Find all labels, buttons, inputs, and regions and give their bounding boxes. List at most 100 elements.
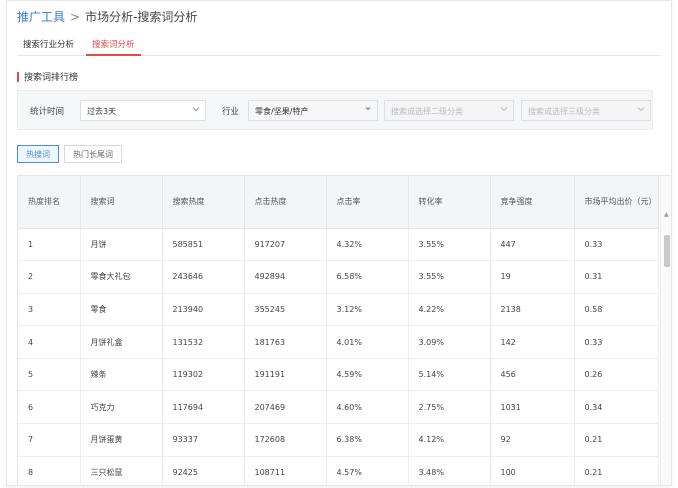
table-cell: 0.33 [574, 325, 659, 359]
hot-keywords-chip[interactable]: 热搜词 [17, 145, 59, 163]
industry-select-value: 零食/坚果/特产 [255, 107, 309, 116]
table-cell: 3.55% [408, 228, 491, 262]
table-cell: 585851 [162, 228, 245, 262]
industry-select[interactable]: 零食/坚果/特产 [248, 100, 378, 121]
table-header-row: 热度排名 搜索词 搜索热度 点击热度 点击率 转化率 竞争强度 市场平均出价（元… [18, 176, 659, 229]
table-cell: 6 [18, 390, 81, 425]
table-cell: 月饼 [80, 228, 163, 262]
table-row[interactable]: 1 月饼 585851 917207 4.32% 3.55% 447 0.33 [18, 228, 659, 262]
level3-category-select[interactable]: 搜索或选择三级分类 [521, 100, 651, 121]
table-cell: 5.14% [408, 358, 491, 392]
table-cell: 355245 [244, 293, 327, 327]
table-cell: 月饼礼盒 [80, 325, 163, 359]
industry-label: 行业 [222, 107, 240, 117]
table-cell: 辣条 [80, 358, 163, 392]
table-cell: 0.21 [574, 456, 659, 485]
table-cell: 4 [18, 325, 81, 359]
chevron-down-icon [365, 107, 371, 111]
col-header-keyword[interactable]: 搜索词 [80, 176, 163, 229]
table-cell: 2 [18, 260, 81, 294]
table-cell: 三只松鼠 [80, 456, 163, 485]
table-cell: 1 [18, 228, 81, 262]
scrollbar-thumb[interactable] [664, 235, 670, 267]
table-cell: 3.09% [408, 325, 491, 359]
table-row[interactable]: 8 三只松鼠 92425 108711 4.57% 3.48% 100 0.21 [18, 456, 659, 485]
table-cell: 191191 [244, 358, 327, 392]
table-cell: 117694 [162, 390, 245, 425]
scroll-up-arrow-icon[interactable]: ▲ [664, 211, 669, 218]
col-header-search-heat[interactable]: 搜索热度 [162, 176, 245, 229]
col-header-click-heat[interactable]: 点击热度 [244, 176, 327, 229]
table-row[interactable]: 4 月饼礼盒 131532 181763 4.01% 3.09% 142 0.33 [18, 325, 659, 359]
table-scrollbar[interactable]: ▲ [660, 176, 671, 485]
table-cell: 456 [490, 358, 575, 392]
table-body: 1 月饼 585851 917207 4.32% 3.55% 447 0.33 2 零食大礼包 24… [18, 228, 659, 485]
table-cell: 19 [490, 260, 575, 294]
col-header-competition[interactable]: 竞争强度 [490, 176, 575, 229]
chevron-down-icon [637, 107, 645, 112]
breadcrumb-separator: > [70, 9, 81, 24]
table-cell: 93337 [162, 423, 245, 457]
filter-panel: 统计时间 过去3天 行业 零食/坚果/特产 搜索或选择二级分类 搜索或选择三级分… [17, 90, 653, 130]
keyword-type-toggle: 热搜词 热门长尾词 [17, 145, 127, 163]
chevron-down-icon [500, 107, 508, 112]
table-cell: 2138 [490, 293, 575, 327]
table-cell: 1031 [490, 390, 575, 425]
table-row[interactable]: 3 零食 213940 355245 3.12% 4.22% 2138 0.58 [18, 293, 659, 327]
table-cell: 0.33 [574, 228, 659, 262]
table-cell: 207469 [244, 390, 327, 425]
section-accent-bar [17, 71, 19, 82]
table-row[interactable]: 6 巧克力 117694 207469 4.60% 2.75% 1031 0.34 [18, 390, 659, 425]
breadcrumb: 推广工具 > 市场分析-搜索词分析 [17, 8, 197, 25]
section-title-text: 搜索词排行榜 [24, 73, 79, 83]
level2-category-select[interactable]: 搜索或选择二级分类 [384, 100, 514, 121]
table-cell: 172608 [244, 423, 327, 457]
chevron-down-icon [192, 107, 200, 112]
table-cell: 零食大礼包 [80, 260, 163, 294]
col-header-rank[interactable]: 热度排名 [18, 176, 81, 229]
keyword-ranking-table: 热度排名 搜索词 搜索热度 点击热度 点击率 转化率 竞争强度 市场平均出价（元… [17, 175, 671, 485]
table-cell: 213940 [162, 293, 245, 327]
table-cell: 243646 [162, 260, 245, 294]
table-cell: 巧克力 [80, 390, 163, 425]
table-cell: 917207 [244, 228, 327, 262]
table-cell: 4.32% [326, 228, 409, 262]
breadcrumb-root-link[interactable]: 推广工具 [17, 8, 65, 25]
period-select[interactable]: 过去3天 [80, 100, 206, 121]
col-header-conversion[interactable]: 转化率 [408, 176, 491, 229]
table-cell: 3 [18, 293, 81, 327]
table-cell: 0.58 [574, 293, 659, 327]
tab-industry-analysis[interactable]: 搜索行业分析 [17, 34, 80, 56]
table-row[interactable]: 5 辣条 119302 191191 4.59% 5.14% 456 0.26 [18, 358, 659, 392]
breadcrumb-current: 市场分析-搜索词分析 [85, 10, 198, 24]
table-cell: 7 [18, 423, 81, 457]
table-cell: 100 [490, 456, 575, 485]
period-select-value: 过去3天 [87, 107, 117, 116]
table-cell: 108711 [244, 456, 327, 485]
col-header-ctr[interactable]: 点击率 [326, 176, 409, 229]
tab-keyword-analysis[interactable]: 搜索词分析 [86, 34, 141, 56]
table-cell: 0.26 [574, 358, 659, 392]
table-cell: 447 [490, 228, 575, 262]
table-cell: 181763 [244, 325, 327, 359]
table-cell: 492894 [244, 260, 327, 294]
app-frame: 推广工具 > 市场分析-搜索词分析 搜索行业分析 搜索词分析 搜索词排行榜 统计… [6, 0, 672, 486]
table-cell: 5 [18, 358, 81, 392]
table-cell: 4.60% [326, 390, 409, 425]
table-row[interactable]: 7 月饼蛋黄 93337 172608 6.38% 4.12% 92 0.21 [18, 423, 659, 457]
table-cell: 119302 [162, 358, 245, 392]
col-header-avg-bid[interactable]: 市场平均出价（元） [574, 176, 659, 229]
table-cell: 8 [18, 456, 81, 485]
table-cell: 月饼蛋黄 [80, 423, 163, 457]
tab-bar: 搜索行业分析 搜索词分析 [17, 34, 661, 56]
table-cell: 4.01% [326, 325, 409, 359]
table-row[interactable]: 2 零食大礼包 243646 492894 6.58% 3.55% 19 0.31 [18, 260, 659, 294]
table-cell: 零食 [80, 293, 163, 327]
table-cell: 92425 [162, 456, 245, 485]
table-cell: 3.12% [326, 293, 409, 327]
long-tail-keywords-chip[interactable]: 热门长尾词 [64, 145, 122, 163]
period-label: 统计时间 [30, 107, 65, 117]
table-cell: 142 [490, 325, 575, 359]
table-cell: 4.57% [326, 456, 409, 485]
level2-placeholder: 搜索或选择二级分类 [391, 107, 463, 116]
